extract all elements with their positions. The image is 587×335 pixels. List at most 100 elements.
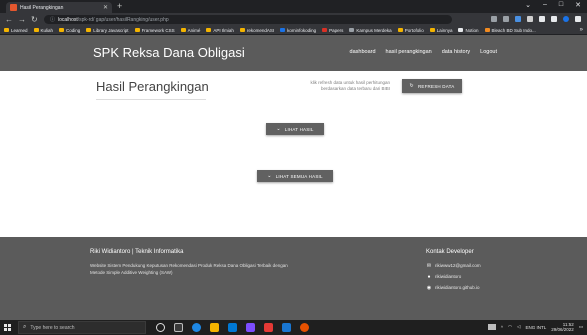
- close-tab-icon[interactable]: ✕: [103, 5, 108, 11]
- mail-icon: ✉: [426, 262, 432, 269]
- lihat-semua-hasil-button[interactable]: ⌄ LIHAT SEMUA HASIL: [257, 170, 333, 182]
- lihat-hasil-button[interactable]: ⌄ LIHAT HASIL: [266, 123, 324, 135]
- url-text: localhost/spk-rd/ gap/user/hasilRangking…: [58, 16, 169, 23]
- bookmark-item[interactable]: Lainnya: [429, 28, 452, 33]
- store-icon[interactable]: [228, 323, 237, 332]
- extension-icons: [491, 16, 581, 22]
- site-favicon-icon: [10, 4, 17, 11]
- title-divider: [96, 99, 206, 100]
- page-title: Hasil Perangkingan: [96, 79, 209, 94]
- bookmark-item[interactable]: Learned: [4, 28, 28, 33]
- nav-link-hasil-perangkingan[interactable]: hasil perangkingan: [386, 49, 432, 55]
- notification-icon[interactable]: ▭: [579, 324, 583, 330]
- bookmark-item[interactable]: Papers: [322, 28, 343, 33]
- star-icon[interactable]: [503, 16, 509, 22]
- bookmark-item[interactable]: Notion: [458, 28, 479, 33]
- chevron-down-icon: ⌄: [267, 173, 272, 179]
- extension-1-icon[interactable]: [515, 16, 521, 22]
- tab-title: Hasil Perangkingan: [20, 4, 64, 11]
- browser-address-bar: ← → ↻ ⓘ localhost/spk-rd/ gap/user/hasil…: [0, 13, 587, 26]
- browser-tab[interactable]: Hasil Perangkingan ✕: [6, 2, 112, 13]
- extension-2-icon[interactable]: [527, 16, 533, 22]
- refresh-icon: ↻: [409, 83, 414, 89]
- bookmark-item[interactable]: Animé: [180, 28, 200, 33]
- bookmark-item[interactable]: Bleach BD Sub Indo...: [484, 28, 536, 33]
- browser-tab-bar: Hasil Perangkingan ✕ + ⌄ – □ ✕: [0, 0, 587, 13]
- clock[interactable]: 11:52 29/06/2022: [551, 322, 574, 332]
- cortana-icon[interactable]: [156, 323, 165, 332]
- folder-icon: [86, 28, 92, 32]
- app-icon[interactable]: [246, 323, 255, 332]
- url-input[interactable]: ⓘ localhost/spk-rd/ gap/user/hasilRangki…: [44, 15, 452, 24]
- menu-dots-icon[interactable]: [575, 16, 581, 22]
- vscode-icon[interactable]: [282, 323, 291, 332]
- bookmark-item[interactable]: kominfokoding: [280, 28, 316, 33]
- reload-icon[interactable]: ↻: [31, 14, 38, 25]
- nav-link-logout[interactable]: Logout: [480, 49, 497, 55]
- contact-title: Kontak Developer: [426, 249, 474, 255]
- back-arrow-icon[interactable]: ←: [5, 14, 13, 25]
- folder-icon: [134, 28, 140, 32]
- bookmark-site-icon: [280, 28, 286, 32]
- app-tray-icon[interactable]: [487, 324, 496, 330]
- folder-icon: [33, 28, 39, 32]
- globe-icon: ◉: [426, 284, 432, 291]
- edge-icon[interactable]: [192, 323, 201, 332]
- bookmark-item[interactable]: Kampus Merdeka: [349, 28, 392, 33]
- site-brand[interactable]: SPK Reksa Dana Obligasi: [93, 45, 245, 60]
- footer-author: Riki Widiantoro | Teknik Informatika: [90, 249, 184, 255]
- share-icon[interactable]: [491, 16, 497, 22]
- bookmark-site-icon: [322, 28, 328, 32]
- folder-icon: [59, 28, 65, 32]
- github-icon: ●: [427, 273, 431, 280]
- sidebar-icon[interactable]: [551, 16, 557, 22]
- network-icon[interactable]: ◠: [508, 324, 512, 330]
- system-tray: ^ ◠ ◁ ENG INTL 11:52 29/06/2022 ▭: [487, 322, 583, 332]
- chevron-down-icon: ⌄: [276, 126, 281, 132]
- close-window-button[interactable]: ✕: [575, 1, 581, 9]
- contact-website[interactable]: ◉ rikiwidiantoro.github.io: [426, 284, 480, 291]
- chevron-up-icon[interactable]: ^: [501, 325, 503, 330]
- search-icon: ⌕: [23, 324, 27, 330]
- refresh-data-button[interactable]: ↻ REFRESH DATA: [402, 79, 462, 93]
- info-icon[interactable]: ⓘ: [50, 16, 55, 23]
- bookmark-item[interactable]: rekomendASI: [239, 28, 274, 33]
- folder-icon: [397, 28, 403, 32]
- bookmarks-bar: Learned Kuliah Coding Library Javascript…: [0, 26, 587, 35]
- contact-github[interactable]: ● rikiwidiantoro: [426, 273, 461, 280]
- bookmark-item[interactable]: Framework CSS: [134, 28, 175, 33]
- bookmark-item[interactable]: Library Javascript: [86, 28, 129, 33]
- taskbar-search-input[interactable]: ⌕ Type here to search: [18, 321, 146, 334]
- notion-icon: [458, 28, 464, 32]
- nav-link-dashboard[interactable]: dashboard: [350, 49, 376, 55]
- footer-description: Website Sistem Pendukung Keputusan Rekom…: [90, 263, 288, 275]
- site-navbar: SPK Reksa Dana Obligasi dashboard hasil …: [0, 35, 587, 71]
- windows-start-icon[interactable]: [4, 324, 11, 331]
- bookmarks-more-icon[interactable]: »: [580, 26, 583, 35]
- minimize-button[interactable]: –: [543, 1, 547, 9]
- chrome-icon[interactable]: [300, 323, 309, 332]
- bookmark-item[interactable]: Coding: [59, 28, 80, 33]
- task-view-icon[interactable]: [174, 323, 183, 332]
- folder-icon: [4, 28, 9, 32]
- tab-search-icon[interactable]: ⌄: [525, 1, 531, 9]
- profile-avatar[interactable]: [563, 16, 569, 22]
- contact-email[interactable]: ✉ rikiwww12@gmail.com: [426, 262, 481, 269]
- bookmark-item[interactable]: Portofolio: [397, 28, 424, 33]
- window-controls: ⌄ – □ ✕: [525, 1, 581, 9]
- site-footer: Riki Widiantoro | Teknik Informatika Web…: [0, 237, 587, 320]
- forward-arrow-icon[interactable]: →: [18, 14, 26, 25]
- bookmark-item[interactable]: API Ilmiah: [206, 28, 234, 33]
- bookmark-item[interactable]: Kuliah: [33, 28, 53, 33]
- file-explorer-icon[interactable]: [210, 323, 219, 332]
- app-icon[interactable]: [264, 323, 273, 332]
- folder-icon: [239, 28, 245, 32]
- volume-icon[interactable]: ◁: [517, 324, 520, 330]
- new-tab-button[interactable]: +: [117, 1, 122, 12]
- extensions-puzzle-icon[interactable]: [539, 16, 545, 22]
- nav-link-data-history[interactable]: data history: [442, 49, 470, 55]
- language-indicator[interactable]: ENG INTL: [525, 325, 546, 330]
- maximize-button[interactable]: □: [559, 1, 563, 9]
- bookmark-site-icon: [484, 28, 490, 32]
- folder-icon: [180, 28, 186, 32]
